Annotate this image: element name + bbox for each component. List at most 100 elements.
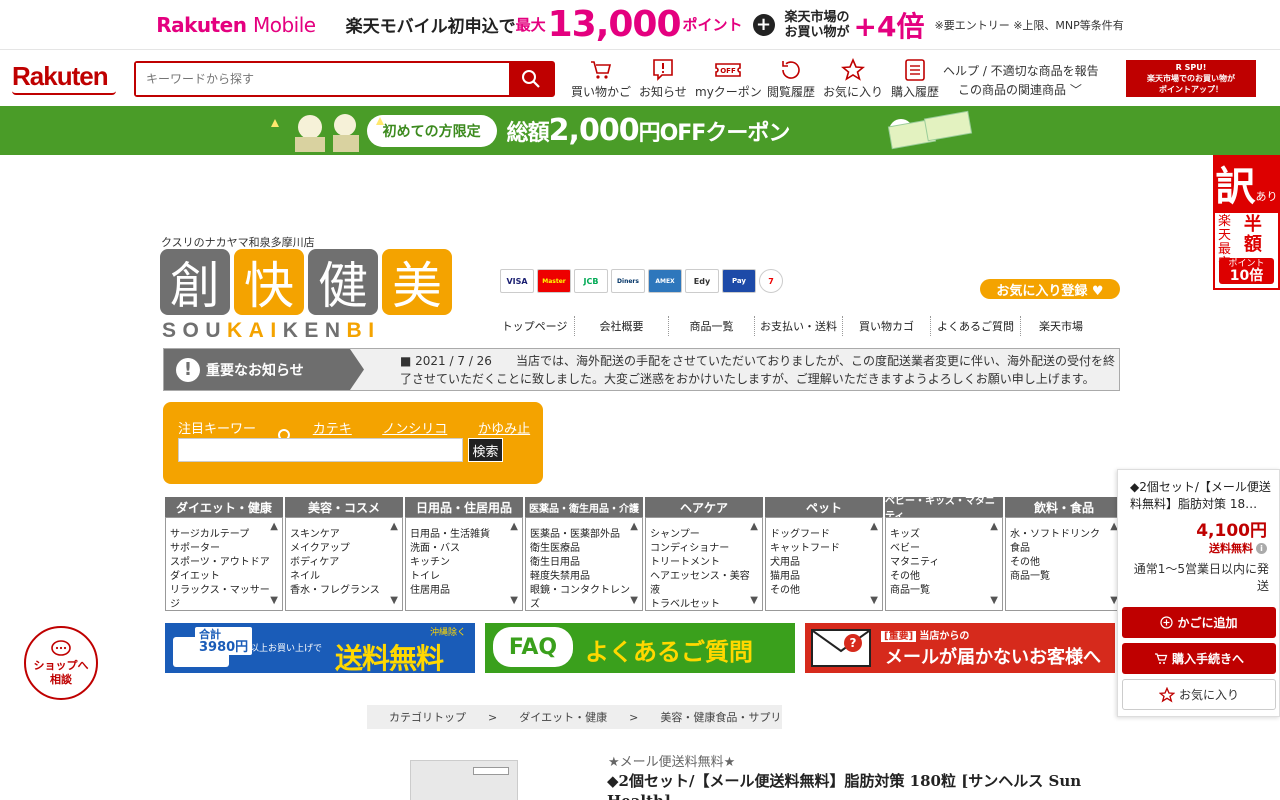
breadcrumb-item[interactable]: ダイエット・健康 [519,709,607,725]
category-link[interactable]: ネイル [290,570,398,584]
scroll-down-icon[interactable]: ▼ [510,594,518,608]
category-link[interactable]: その他 [1010,556,1118,570]
category-link[interactable]: 眼鏡・コンタクトレンズ [530,584,638,612]
category-link[interactable]: ボディケア [290,556,398,570]
product-image[interactable] [410,760,518,800]
shop-nav-products[interactable]: 商品一覧 [669,316,755,336]
scroll-up-icon[interactable]: ▲ [510,520,518,534]
shop-consult-button[interactable]: ショップへ 相談 [24,626,98,700]
category-link[interactable]: 猫用品 [770,570,878,584]
category-link[interactable]: 医薬品・医薬部外品 [530,528,638,542]
category-title[interactable]: ダイエット・健康 [165,497,283,517]
category-title[interactable]: 医薬品・衛生用品・介護 [525,497,643,517]
category-link[interactable]: スポーツ・アウトドア [170,556,278,570]
scroll-down-icon[interactable]: ▼ [390,594,398,608]
add-to-cart-button[interactable]: かごに追加 [1122,607,1276,638]
shop-nav-company[interactable]: 会社概要 [575,316,669,336]
shop-logo[interactable]: 創 快 健 美 [160,249,452,315]
add-favorite-button[interactable]: お気に入り [1122,679,1276,710]
scroll-up-icon[interactable]: ▲ [390,520,398,534]
nav-favorites[interactable]: お気に入り [823,57,883,100]
scroll-down-icon[interactable]: ▼ [630,594,638,608]
shop-nav-cart[interactable]: 買い物カゴ [843,316,931,336]
category-link[interactable]: トラベルセット [650,598,758,612]
category-link[interactable]: 食品 [1010,542,1118,556]
category-link[interactable]: キッズ [890,528,998,542]
scroll-up-icon[interactable]: ▲ [990,520,998,534]
faq-banner[interactable]: FAQ よくあるご質問 [485,623,795,673]
nav-history[interactable]: 閲覧履歴 [767,57,815,100]
category-link[interactable]: 香水・フレグランス [290,584,398,598]
category-title[interactable]: 飲料・食品 [1005,497,1123,517]
nav-cart[interactable]: 買い物かご [571,57,631,100]
category-link[interactable]: スキンケア [290,528,398,542]
category-title[interactable]: 美容・コスメ [285,497,403,517]
category-link[interactable]: ドッグフード [770,528,878,542]
scroll-down-icon[interactable]: ▼ [750,594,758,608]
shop-nav-rakuten[interactable]: 楽天市場 [1021,316,1101,336]
shop-favorite-button[interactable]: お気に入り登録 ♥ [980,279,1120,299]
category-link[interactable]: トリートメント [650,556,758,570]
category-link[interactable]: 商品一覧 [1010,570,1118,584]
category-link[interactable]: マタニティ [890,556,998,570]
nav-coupon[interactable]: OFF myクーポン [695,57,762,100]
shop-nav-top[interactable]: トップページ [495,316,575,336]
first-time-coupon-banner[interactable]: 初めての方限定 総額2,000円OFFクーポン › [0,106,1280,155]
category-title[interactable]: ヘアケア [645,497,763,517]
category-link[interactable]: 商品一覧 [890,584,998,598]
keyword-search-button[interactable]: 検索 [468,438,503,462]
scroll-up-icon[interactable]: ▲ [270,520,278,534]
category-link[interactable]: 衛生日用品 [530,556,638,570]
spu-banner[interactable]: R SPU! 楽天市場でのお買い物が ポイントアップ！ [1126,60,1256,97]
shop-nav-faq[interactable]: よくあるご質問 [931,316,1021,336]
rakuten-logo[interactable]: Rakuten [12,61,109,92]
category-link[interactable]: 日用品・生活雑貨 [410,528,518,542]
category-link[interactable]: その他 [770,584,878,598]
shop-nav-payment[interactable]: お支払い・送料 [755,316,843,336]
category-link[interactable]: メイクアップ [290,542,398,556]
scroll-down-icon[interactable]: ▼ [990,594,998,608]
category-link[interactable]: トイレ [410,570,518,584]
cart-icon [1154,653,1168,664]
rakuten-mobile-promo-banner[interactable]: Rakuten Mobile 楽天モバイル初申込で 最大 13,000 ポイント… [0,0,1280,50]
scroll-up-icon[interactable]: ▲ [630,520,638,534]
category-link[interactable]: キャットフード [770,542,878,556]
category-link[interactable]: キッチン [410,556,518,570]
category-link[interactable]: ベビー [890,542,998,556]
category-title[interactable]: ペット [765,497,883,517]
breadcrumb-item[interactable]: カテゴリトップ [389,709,466,725]
half-price-badge[interactable]: 訳あり 楽天最安半額 ポイント10倍 [1213,155,1280,290]
category-link[interactable]: リラックス・マッサージ [170,584,278,612]
category-link[interactable]: その他 [890,570,998,584]
category-link[interactable]: コンディショナー [650,542,758,556]
category-link[interactable]: ヘアエッセンス・美容液 [650,570,758,598]
scroll-up-icon[interactable]: ▲ [750,520,758,534]
related-products-link[interactable]: この商品の関連商品 ﹀ [943,81,1099,100]
category-link[interactable]: 衛生医療品 [530,542,638,556]
nav-purchase-history[interactable]: 購入履歴 [891,57,939,100]
keyword-input[interactable] [178,438,463,462]
breadcrumb-item[interactable]: 美容・健康食品・サプリ [660,709,781,725]
nav-notice[interactable]: お知らせ [639,57,687,100]
info-icon[interactable]: i [1256,542,1267,554]
scroll-down-icon[interactable]: ▼ [270,594,278,608]
category-link[interactable]: サポーター [170,542,278,556]
search-input[interactable] [136,63,509,95]
category-link[interactable]: 住居用品 [410,584,518,598]
mail-notice-banner[interactable]: ? [重要] 当店からの メールが届かないお客様へ [805,623,1115,673]
category-title[interactable]: 日用品・住居用品 [405,497,523,517]
category-link[interactable]: シャンプー [650,528,758,542]
category-link[interactable]: 犬用品 [770,556,878,570]
scroll-up-icon[interactable]: ▲ [870,520,878,534]
help-link[interactable]: ヘルプ / 不適切な商品を報告 [943,62,1099,81]
category-link[interactable]: ダイエット [170,570,278,584]
checkout-button[interactable]: 購入手続きへ [1122,643,1276,674]
free-shipping-banner[interactable]: 合計 3980円 以上お買い上げで 送料無料 沖縄除く [165,623,475,675]
category-link[interactable]: 洗面・バス [410,542,518,556]
category-title[interactable]: ベビー・キッズ・マタニティ [885,496,1003,522]
category-link[interactable]: 水・ソフトドリンク [1010,528,1118,542]
category-link[interactable]: 軽度失禁用品 [530,570,638,584]
category-link[interactable]: サージカルテープ [170,528,278,542]
search-button[interactable] [509,63,553,95]
scroll-down-icon[interactable]: ▼ [870,594,878,608]
